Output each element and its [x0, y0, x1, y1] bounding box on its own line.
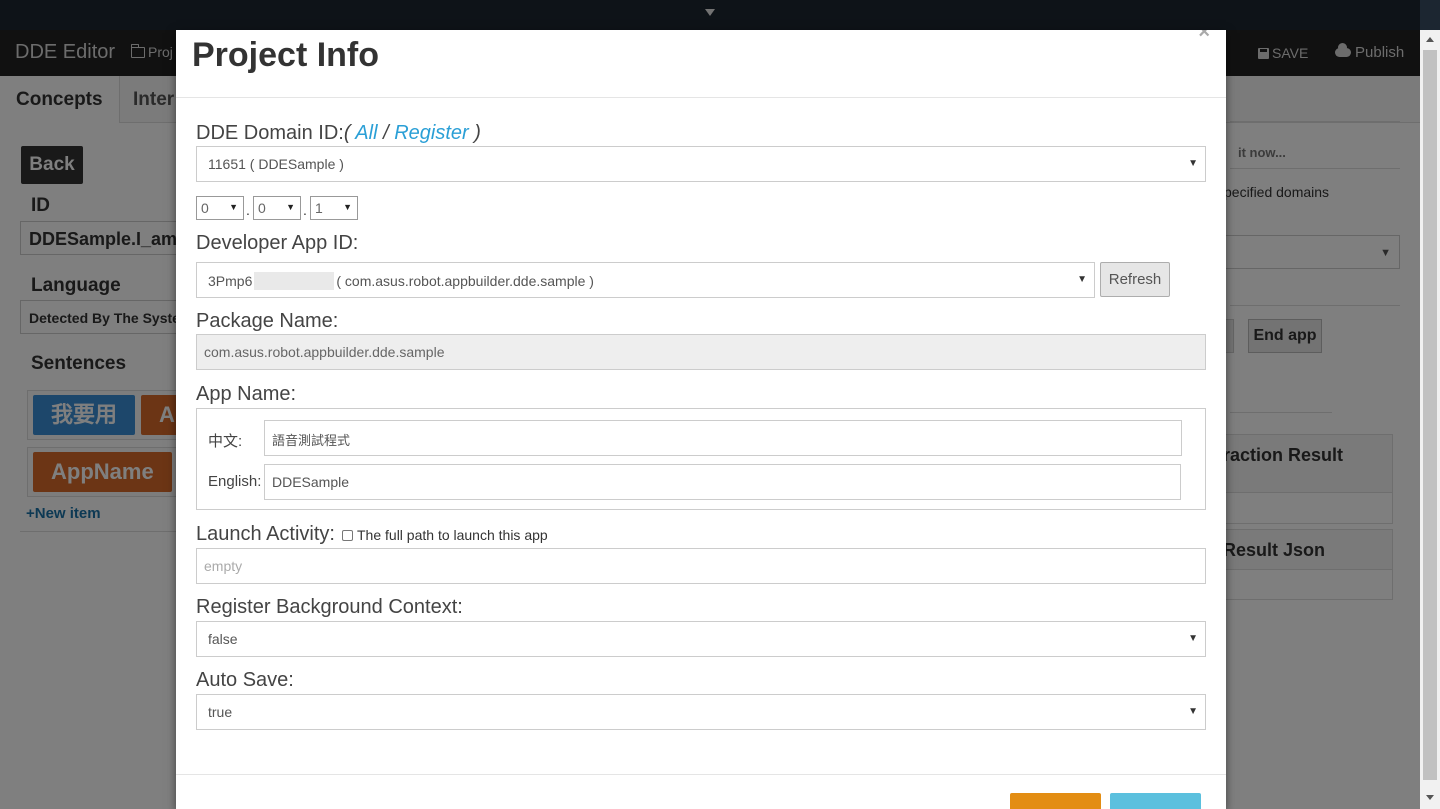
project-info-modal: Project Info × DDE Domain ID:( All / Reg… [176, 30, 1226, 809]
version-patch-select[interactable]: 1 ▼ [310, 196, 358, 220]
redacted-mask [254, 272, 335, 290]
launch-activity-checkbox[interactable] [342, 530, 353, 541]
version-major-select[interactable]: 0 ▼ [196, 196, 244, 220]
primary-footer-button[interactable] [1010, 793, 1101, 809]
package-name-field: com.asus.robot.appbuilder.dde.sample [196, 334, 1206, 370]
modal-footer [176, 774, 1226, 809]
developer-app-id-label: Developer App ID: [196, 232, 359, 254]
domain-id-label: DDE Domain ID:( All / Register ) [196, 122, 481, 145]
app-name-en-input[interactable]: DDESample [264, 464, 1181, 500]
refresh-button[interactable]: Refresh [1100, 262, 1170, 297]
auto-save-select[interactable]: true ▼ [196, 694, 1206, 730]
app-name-zh-input[interactable]: 語音測試程式 [264, 420, 1182, 456]
page-scrollbar[interactable] [1420, 30, 1440, 809]
secondary-footer-button[interactable] [1110, 793, 1201, 809]
paren-open: ( [343, 122, 356, 144]
launch-activity-placeholder: empty [204, 558, 243, 574]
launch-activity-input[interactable]: empty [196, 548, 1206, 584]
domain-id-label-text: DDE Domain ID: [196, 122, 344, 144]
version-major-value: 0 [201, 200, 209, 216]
modal-title: Project Info [192, 36, 380, 74]
scrollbar-thumb[interactable] [1423, 50, 1437, 780]
link-separator: / [377, 122, 395, 144]
caret-down-icon: ▼ [1077, 274, 1087, 285]
register-bg-value: false [208, 631, 238, 647]
auto-save-value: true [208, 704, 233, 720]
version-dot: . [246, 202, 250, 218]
scroll-down-icon[interactable] [1426, 795, 1434, 800]
domain-all-link[interactable]: All [355, 122, 377, 144]
caret-down-icon: ▼ [1188, 158, 1198, 169]
caret-down-icon: ▼ [1188, 633, 1198, 644]
domain-id-select[interactable]: 11651 ( DDESample ) ▼ [196, 146, 1206, 182]
caret-down-icon: ▼ [1188, 706, 1198, 717]
developer-app-id-select[interactable]: 3Pmp6 ( com.asus.robot.appbuilder.dde.sam… [196, 262, 1095, 298]
app-name-label: App Name: [196, 383, 297, 405]
auto-save-label: Auto Save: [196, 669, 294, 691]
developer-app-id-prefix: 3Pmp6 [208, 273, 253, 289]
caret-down-icon: ▼ [286, 202, 295, 212]
app-name-zh-label: 中文: [208, 433, 243, 450]
package-name-label: Package Name: [196, 310, 339, 332]
launch-activity-label: Launch Activity: [196, 523, 335, 545]
modal-header: Project Info × [176, 30, 1226, 98]
app-name-en-label: English: [208, 473, 262, 490]
developer-app-id-suffix: ( com.asus.robot.appbuilder.dde.sample ) [336, 273, 594, 289]
paren-close: ) [468, 122, 481, 144]
scroll-up-icon[interactable] [1426, 37, 1434, 42]
close-icon[interactable]: × [1198, 30, 1210, 44]
version-dot: . [303, 202, 307, 218]
version-minor-value: 0 [258, 200, 266, 216]
app-name-group: 中文: 語音測試程式 English: DDESample [196, 408, 1206, 510]
domain-id-value: 11651 ( DDESample ) [208, 156, 344, 172]
caret-down-icon: ▼ [343, 202, 352, 212]
register-bg-select[interactable]: false ▼ [196, 621, 1206, 657]
version-minor-select[interactable]: 0 ▼ [253, 196, 301, 220]
register-bg-label: Register Background Context: [196, 596, 463, 618]
launch-activity-checkbox-label[interactable]: The full path to launch this app [357, 527, 548, 543]
domain-register-link[interactable]: Register [394, 122, 468, 144]
version-patch-value: 1 [315, 200, 323, 216]
caret-down-icon: ▼ [229, 202, 238, 212]
